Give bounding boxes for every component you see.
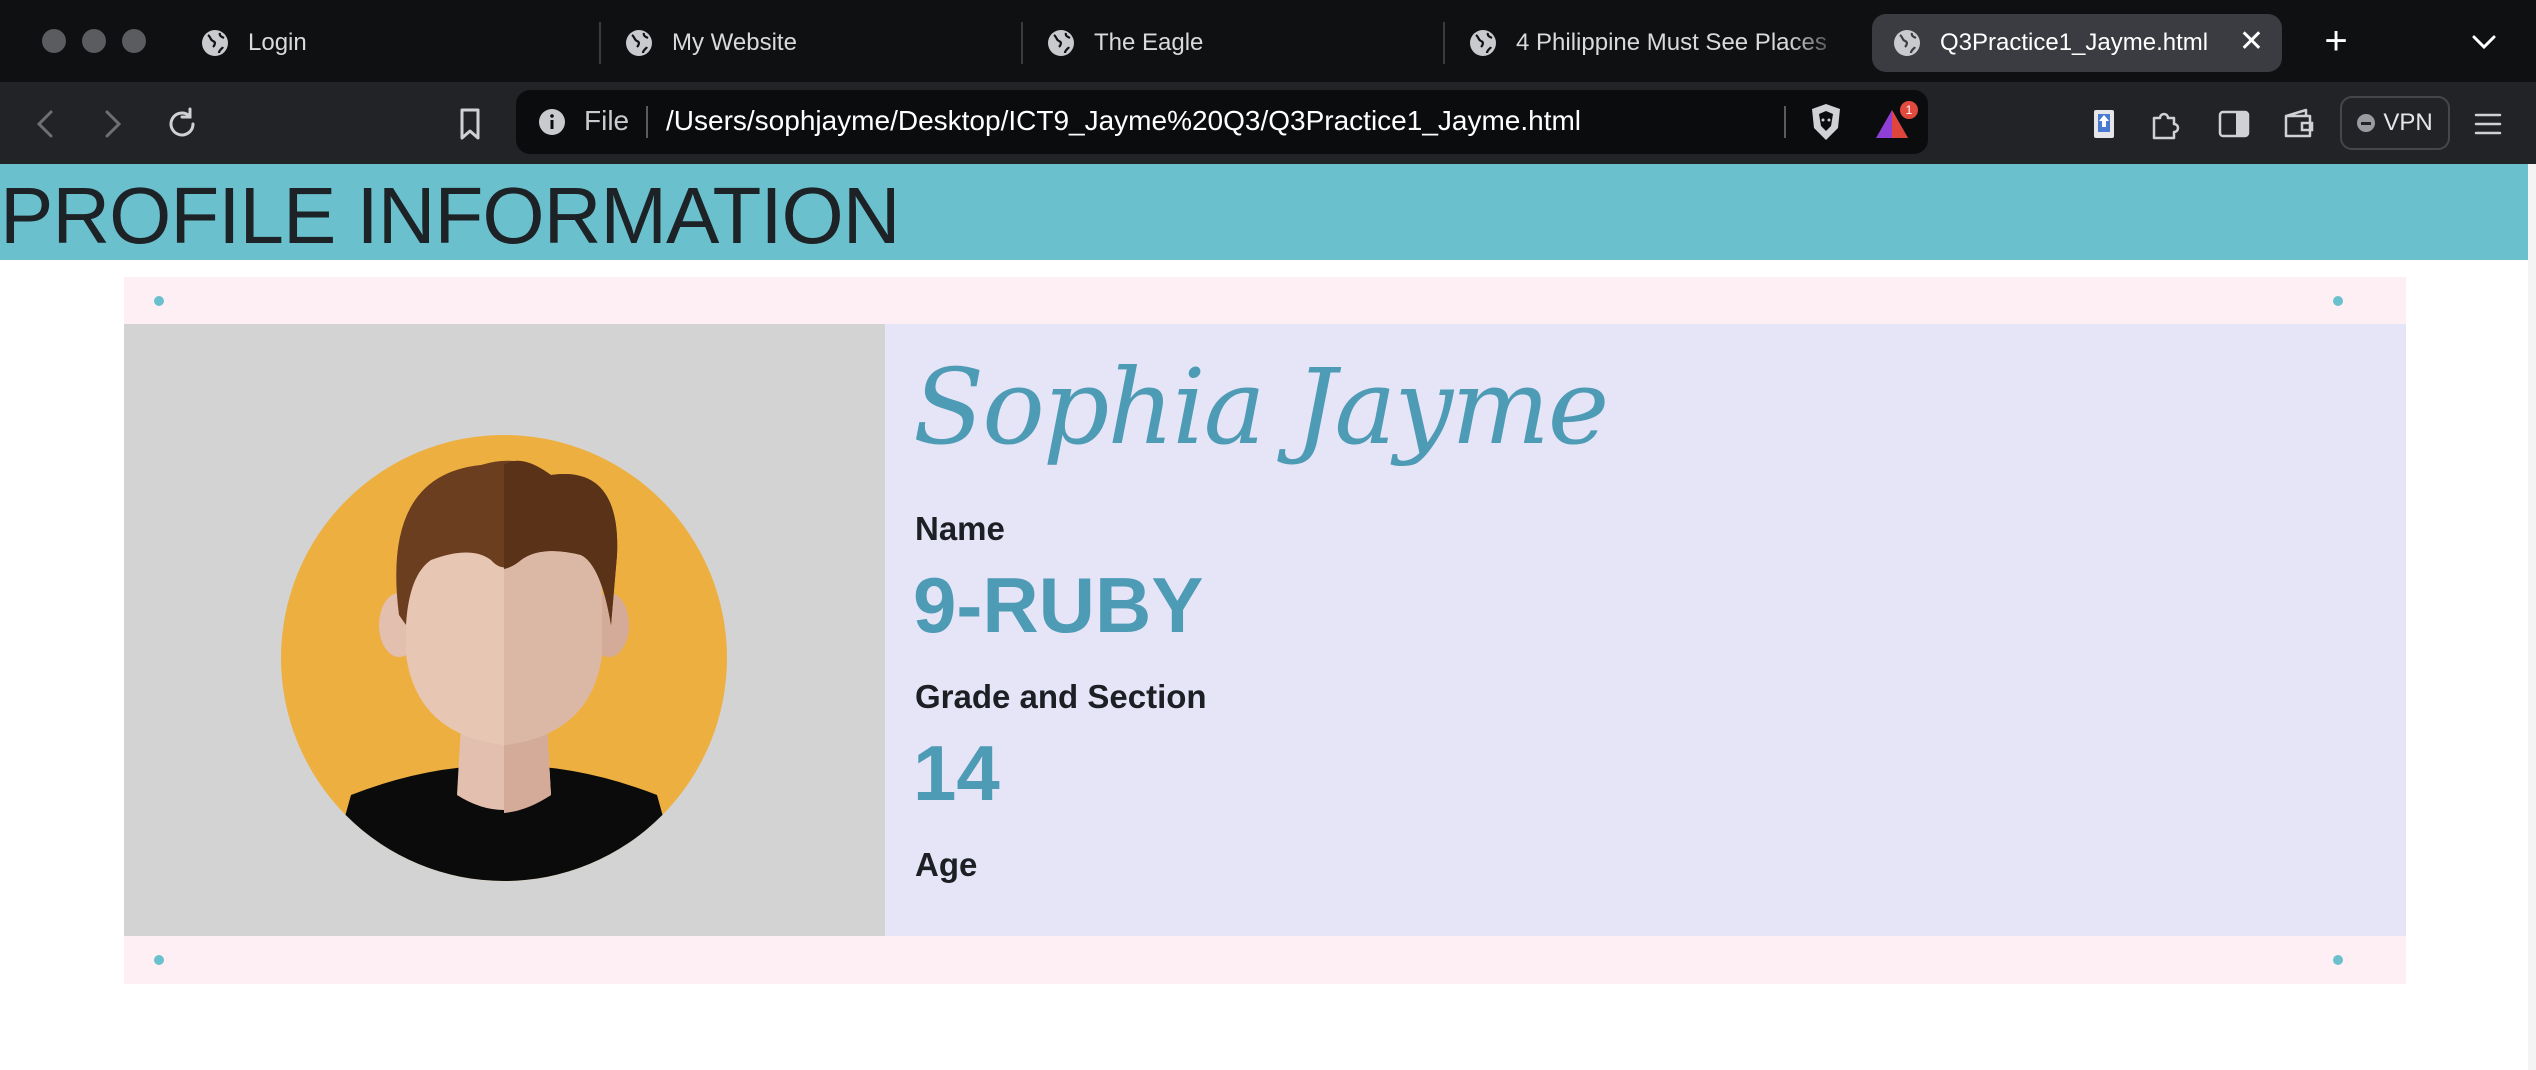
tab-label: My Website	[672, 29, 797, 56]
menu-icon[interactable]	[2466, 102, 2510, 146]
tab-login[interactable]: Login	[200, 14, 580, 72]
tab-the-eagle[interactable]: The Eagle	[1046, 14, 1426, 72]
globe-icon	[1894, 30, 1920, 56]
web-page: PROFILE INFORMATION Sophia Jayme Name 9-…	[0, 164, 2536, 1070]
page-header: PROFILE INFORMATION	[0, 164, 2528, 260]
vpn-label: VPN	[2383, 109, 2433, 136]
corner-dot	[2333, 296, 2343, 306]
vpn-status-icon	[2357, 114, 2376, 132]
tab-separator	[1443, 22, 1445, 64]
tab-separator	[599, 22, 601, 64]
window-minimize-light[interactable]	[82, 29, 106, 53]
sidebar-icon[interactable]	[2212, 102, 2256, 146]
rewards-badge: 1	[1906, 103, 1913, 117]
grade-section-value: 9-RUBY	[913, 561, 1204, 649]
globe-icon	[1470, 30, 1496, 56]
window-close-light[interactable]	[42, 29, 66, 53]
address-bar[interactable]: File /Users/sophjayme/Desktop/ICT9_Jayme…	[516, 90, 1928, 154]
profile-display-name: Sophia Jayme	[913, 346, 1609, 468]
scrollbar-track[interactable]	[2528, 164, 2536, 1070]
info-icon[interactable]	[538, 108, 566, 136]
url-text[interactable]: /Users/sophjayme/Desktop/ICT9_Jayme%20Q3…	[666, 105, 1581, 137]
url-divider	[1784, 106, 1786, 138]
tab-q3practice[interactable]: Q3Practice1_Jayme.html ✕	[1872, 14, 2282, 72]
chevron-down-icon[interactable]	[2462, 22, 2506, 62]
name-label: Name	[915, 510, 1005, 547]
profile-card: Sophia Jayme Name 9-RUBY Grade and Secti…	[124, 324, 2406, 936]
top-border-band	[124, 277, 2406, 325]
grade-section-label: Grade and Section	[915, 678, 1207, 715]
new-tab-button[interactable]: +	[2312, 18, 2360, 66]
tab-label: 4 Philippine Must See Places	[1516, 29, 1827, 56]
tab-fade	[1788, 14, 1848, 72]
age-value: 14	[913, 729, 1000, 817]
avatar	[281, 435, 727, 881]
age-label: Age	[915, 846, 978, 883]
tab-label: Login	[248, 29, 307, 56]
forward-icon[interactable]	[90, 102, 134, 146]
brave-shield-icon[interactable]	[1808, 102, 1844, 142]
bookmark-icon[interactable]	[448, 102, 492, 146]
reload-icon[interactable]	[160, 102, 204, 146]
wallet-icon[interactable]	[2278, 102, 2322, 146]
corner-dot	[2333, 955, 2343, 965]
extensions-puzzle-icon[interactable]	[2144, 102, 2188, 146]
profile-photo-pane	[124, 324, 885, 936]
close-tab-icon[interactable]: ✕	[2239, 27, 2264, 57]
tab-label: Q3Practice1_Jayme.html	[1940, 29, 2209, 56]
globe-icon	[202, 30, 228, 56]
bottom-border-band	[124, 936, 2406, 984]
page-title: PROFILE INFORMATION	[0, 171, 901, 260]
globe-icon	[1048, 30, 1074, 56]
url-scheme-label: File	[584, 105, 630, 136]
corner-dot	[154, 296, 164, 306]
brave-rewards-icon[interactable]: 1	[1872, 100, 1922, 144]
tab-label: The Eagle	[1094, 29, 1204, 56]
tab-strip: Login My Website The Eagle 4 Philippine …	[0, 0, 2536, 82]
corner-dot	[154, 955, 164, 965]
browser-toolbar: File /Users/sophjayme/Desktop/ICT9_Jayme…	[0, 82, 2536, 164]
globe-icon	[626, 30, 652, 56]
tab-philippine-places[interactable]: 4 Philippine Must See Places	[1468, 14, 1848, 72]
tab-separator	[1021, 22, 1023, 64]
url-divider	[646, 106, 648, 138]
extension-app-icon[interactable]	[2082, 102, 2126, 146]
vpn-button[interactable]: VPN	[2340, 96, 2450, 150]
window-zoom-light[interactable]	[122, 29, 146, 53]
back-icon[interactable]	[24, 102, 68, 146]
tab-my-website[interactable]: My Website	[624, 14, 1004, 72]
profile-info-pane: Sophia Jayme Name 9-RUBY Grade and Secti…	[885, 324, 2406, 936]
